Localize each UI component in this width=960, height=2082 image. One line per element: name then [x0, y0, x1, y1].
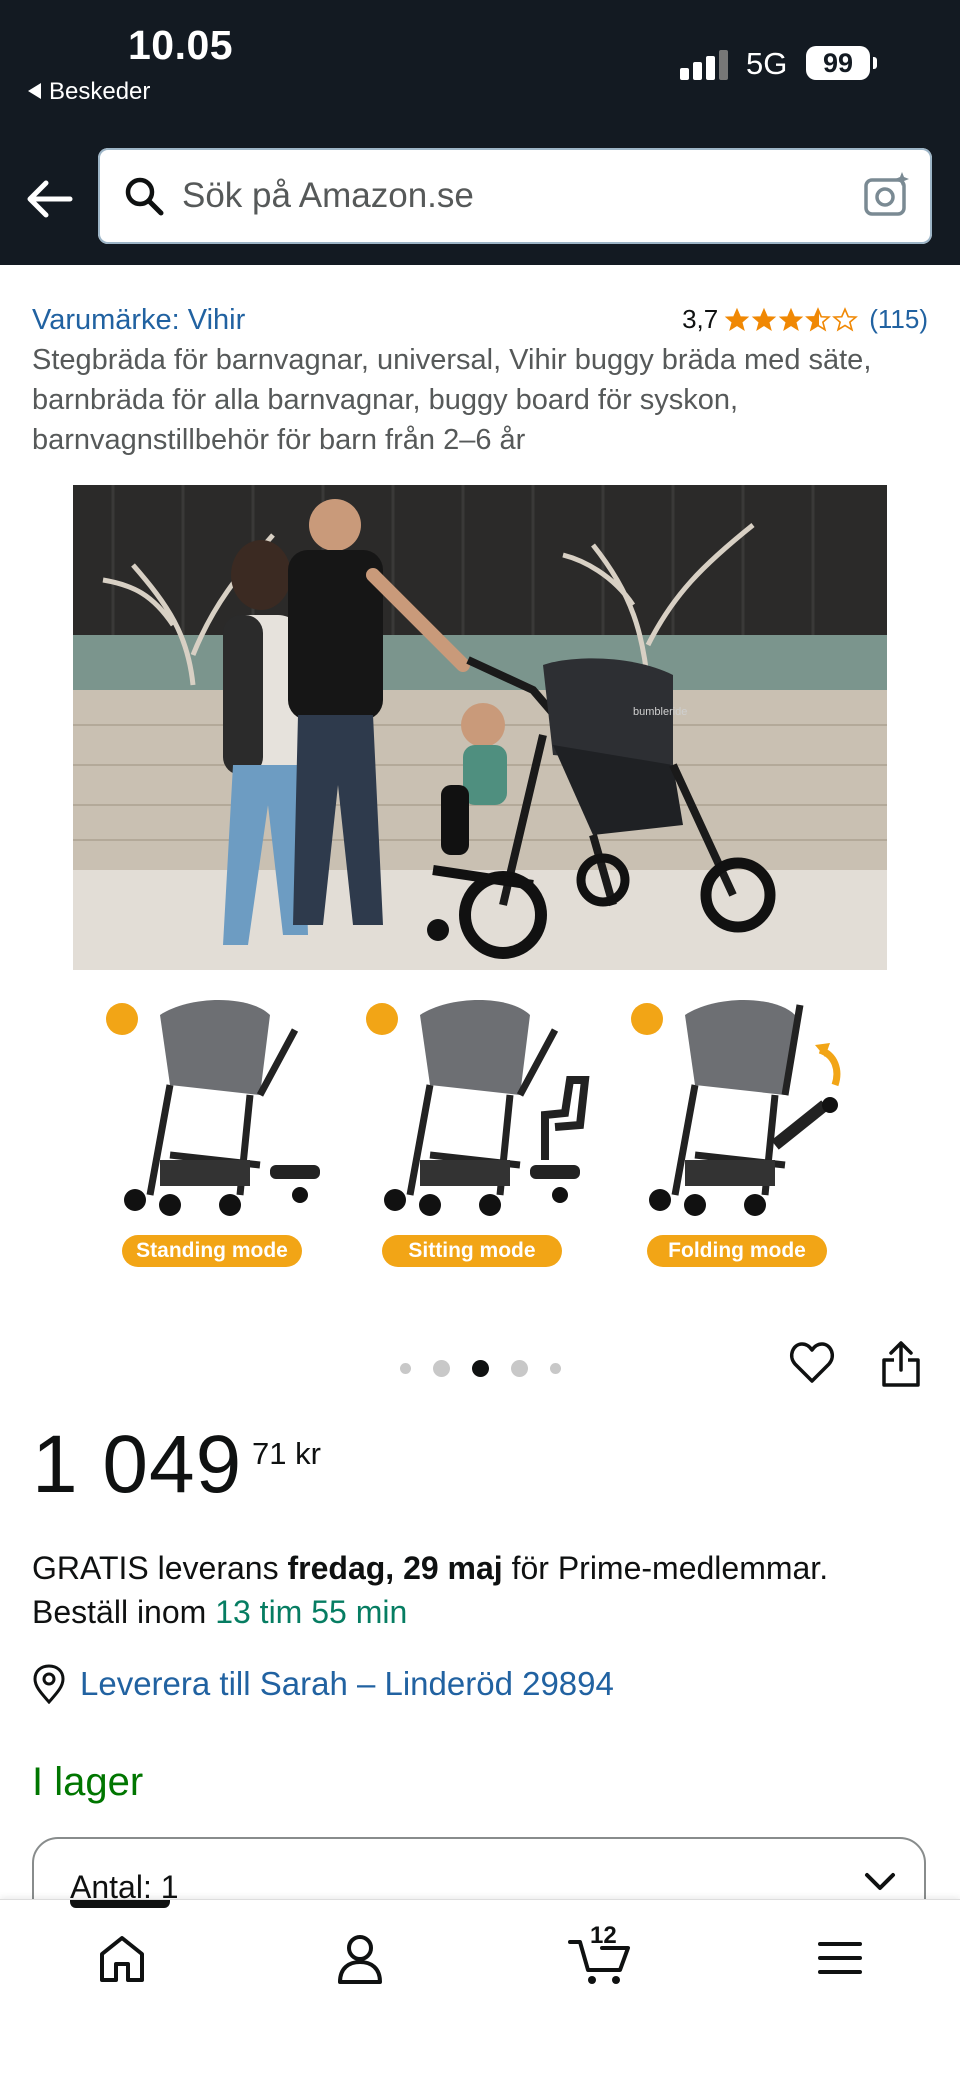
heart-icon[interactable] — [789, 1340, 835, 1386]
rating-stars — [724, 306, 859, 333]
search-bar[interactable]: Sök på Amazon.se — [98, 148, 932, 244]
cart-count-badge: 12 — [590, 1922, 617, 1949]
order-within-label: Beställ inom — [32, 1594, 216, 1630]
battery-tip — [873, 57, 877, 69]
account-icon[interactable] — [330, 1928, 390, 1988]
bottom-nav — [0, 1899, 960, 2082]
carousel-dots[interactable] — [400, 1360, 583, 1377]
rating-value: 3,7 — [682, 304, 719, 334]
carousel-dot[interactable] — [511, 1360, 528, 1377]
delivery-date: fredag, 29 maj — [287, 1550, 503, 1586]
stroller-sitting-illustration — [384, 1000, 590, 1216]
price-fraction: 71 kr — [252, 1436, 321, 1471]
folding-mode-label: Folding mode — [647, 1235, 827, 1267]
battery-icon: 99 — [806, 46, 870, 80]
sitting-mode-panel: Sitting mode — [360, 995, 600, 1275]
stroller-modes-image: Standing mode Sitting mode Folding mode — [100, 995, 860, 1275]
status-time: 10.05 — [128, 22, 234, 68]
home-icon[interactable] — [92, 1928, 152, 1988]
standing-mode-panel: Standing mode — [100, 995, 340, 1275]
star-full-icon — [778, 307, 804, 331]
top-header: 10.05 Beskeder 5G 99 Sök på Amazon.se — [0, 0, 960, 265]
deliver-to-label[interactable]: Leverera till Sarah – Linderöd 29894 — [80, 1665, 614, 1703]
signal-icon — [680, 48, 730, 80]
menu-icon[interactable] — [810, 1928, 870, 1988]
seat-icon — [366, 1003, 398, 1035]
search-input[interactable]: Sök på Amazon.se — [182, 176, 474, 216]
brand-link[interactable]: Varumärke: Vihir — [32, 304, 245, 337]
stock-status: I lager — [32, 1760, 144, 1804]
star-full-icon — [751, 307, 777, 331]
carousel-dot-active[interactable] — [472, 1360, 489, 1377]
rating-summary[interactable]: 3,7 (115) — [682, 304, 928, 335]
price-whole: 1 049 — [32, 1419, 243, 1510]
standing-mode-label: Standing mode — [122, 1235, 302, 1267]
product-title: Stegbräda för barnvagnar, universal, Vih… — [32, 344, 872, 456]
standing-person-icon — [106, 1003, 138, 1035]
rating-count[interactable]: (115) — [869, 304, 928, 335]
star-empty-icon — [832, 306, 859, 332]
share-icon[interactable] — [880, 1340, 922, 1388]
delivery-info: GRATIS leverans fredag, 29 maj för Prime… — [32, 1546, 932, 1634]
star-half-icon — [805, 306, 832, 332]
carousel-dot[interactable] — [433, 1360, 450, 1377]
chevron-down-icon — [865, 1873, 895, 1890]
sitting-mode-label: Sitting mode — [382, 1235, 562, 1267]
product-lifestyle-image[interactable]: bumbleride — [73, 485, 887, 970]
stroller-brand-text: bumbleride — [633, 706, 687, 718]
carousel-dot[interactable] — [400, 1363, 411, 1374]
network-label: 5G — [746, 46, 788, 81]
active-tab-indicator — [70, 1900, 170, 1908]
stroller-folding-illustration — [649, 1000, 841, 1216]
lifestyle-illustration: bumbleride — [73, 485, 887, 970]
location-pin-icon — [33, 1664, 65, 1704]
back-to-app-link[interactable]: Beskeder — [28, 78, 150, 106]
fold-icon — [631, 1003, 663, 1035]
price: 1 049 71 kr — [32, 1418, 321, 1512]
search-icon — [125, 177, 164, 216]
carousel-dot[interactable] — [550, 1363, 561, 1374]
back-triangle-icon — [28, 82, 41, 99]
camera-search-icon[interactable] — [862, 168, 914, 220]
back-arrow-icon[interactable] — [24, 175, 74, 223]
stroller-standing-illustration — [124, 1000, 320, 1216]
back-app-label: Beskeder — [49, 78, 151, 105]
order-within-time: 13 tim 55 min — [215, 1594, 408, 1630]
delivery-suffix: för Prime-medlemmar. — [502, 1550, 829, 1586]
folding-mode-panel: Folding mode — [625, 995, 865, 1275]
star-full-icon — [724, 307, 750, 331]
delivery-prefix: GRATIS leverans — [32, 1550, 288, 1586]
deliver-to-link[interactable]: Leverera till Sarah – Linderöd 29894 — [32, 1664, 614, 1704]
